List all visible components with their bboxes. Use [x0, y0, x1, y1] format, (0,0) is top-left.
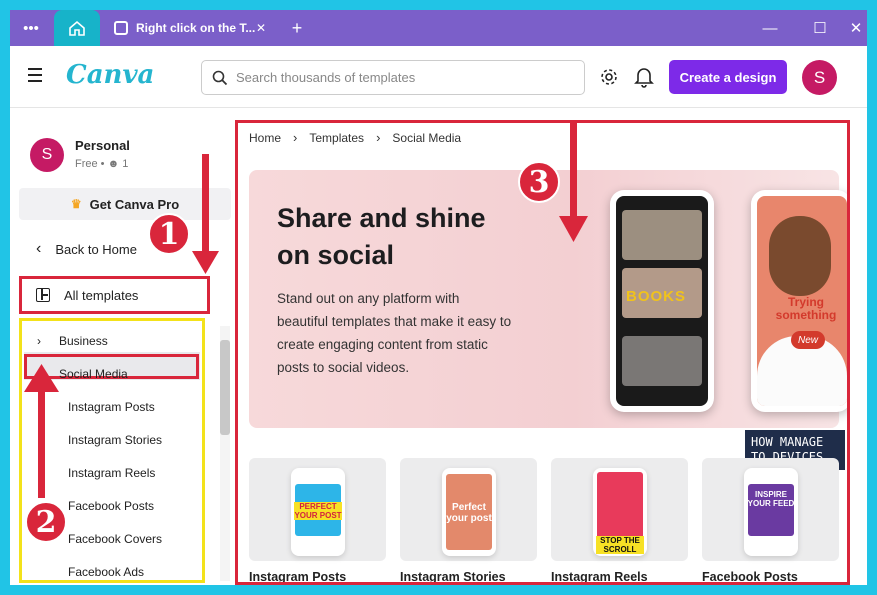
window-close-icon[interactable]: ✕ — [846, 10, 866, 46]
maximize-icon[interactable]: ☐ — [808, 10, 832, 46]
arrow-2-up — [24, 364, 59, 498]
new-tab-icon[interactable]: + — [285, 10, 309, 46]
browser-titlebar: ••• Right click on the T... ✕ + — ☐ ✕ — [10, 10, 867, 46]
more-icon[interactable]: ••• — [16, 10, 46, 46]
tab-home[interactable] — [54, 10, 100, 46]
canva-page: Canva Create a design S S Personal Free … — [10, 46, 867, 585]
minimize-icon[interactable]: — — [758, 10, 782, 46]
tab-active[interactable]: Right click on the T... ✕ — [104, 10, 274, 46]
tab-close-icon[interactable]: ✕ — [256, 21, 266, 35]
home-icon — [69, 20, 85, 36]
arrow-1-down — [192, 154, 219, 274]
annotation-arrows — [24, 122, 588, 498]
annotation-badge-2: 2 — [25, 501, 67, 543]
annotation-badge-3: 3 — [518, 161, 560, 203]
arrow-3-down — [559, 122, 588, 242]
tab-title: Right click on the T... — [136, 21, 256, 35]
tab-favicon-icon — [114, 21, 128, 35]
annotation-badge-1: 1 — [148, 213, 190, 255]
